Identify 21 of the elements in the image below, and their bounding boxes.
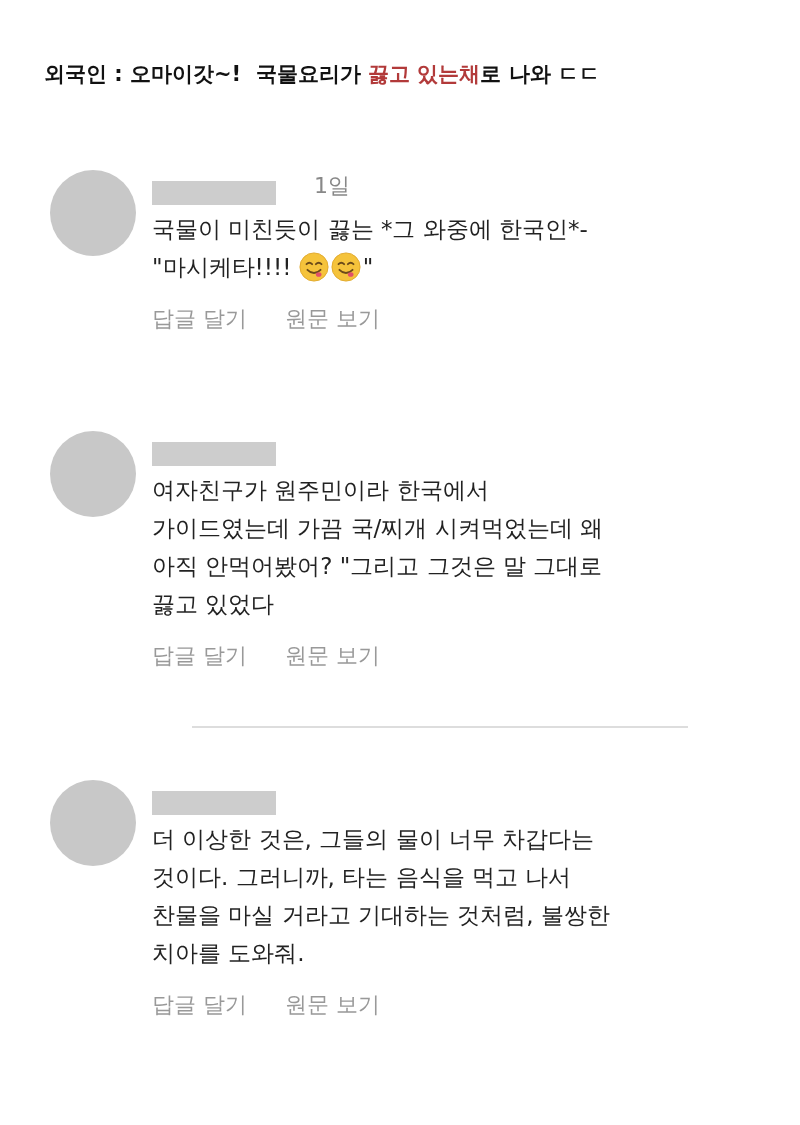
comment-action-link[interactable]: 답글 달기 xyxy=(152,304,247,334)
comment-action-link[interactable]: 원문 보기 xyxy=(285,990,380,1020)
comment-text: 여자친구가 원주민이라 한국에서 xyxy=(152,476,489,505)
comment-text: 국물이 미친듯이 끓는 *그 와중에 한국인*- xyxy=(152,215,588,244)
comment-text: 치아를 도와줘. xyxy=(152,939,305,968)
comment-text: 것이다. 그러니까, 타는 음식을 먹고 나서 xyxy=(152,863,572,892)
comment-action-link[interactable]: 원문 보기 xyxy=(285,304,380,334)
comment-text: 찬물을 마실 거라고 기대하는 것처럼, 불쌍한 xyxy=(152,901,610,930)
comment-action-link[interactable]: 원문 보기 xyxy=(285,641,380,671)
comment-text: 끓고 있었다 xyxy=(152,590,275,619)
comment-text: 가이드였는데 가끔 국/찌개 시켜먹었는데 왜 xyxy=(152,514,603,543)
smiley-icon xyxy=(298,252,329,282)
headline: 외국인 : 오마이갓~! 국물요리가 끓고 있는채로 나와 ㄷㄷ xyxy=(44,61,602,88)
comment-action-link[interactable]: 답글 달기 xyxy=(152,990,247,1020)
comment-time: 1일 xyxy=(314,172,350,200)
comment-text: 아직 안먹어봤어? "그리고 그것은 말 그대로 xyxy=(152,552,603,581)
comment-text: "마시케타!!!! xyxy=(152,253,293,282)
comment-action-link[interactable]: 답글 달기 xyxy=(152,641,247,671)
comment-text: " xyxy=(362,253,374,282)
smiley-icon xyxy=(330,252,361,282)
comment-text: 더 이상한 것은, 그들의 물이 너무 차갑다는 xyxy=(152,825,595,854)
